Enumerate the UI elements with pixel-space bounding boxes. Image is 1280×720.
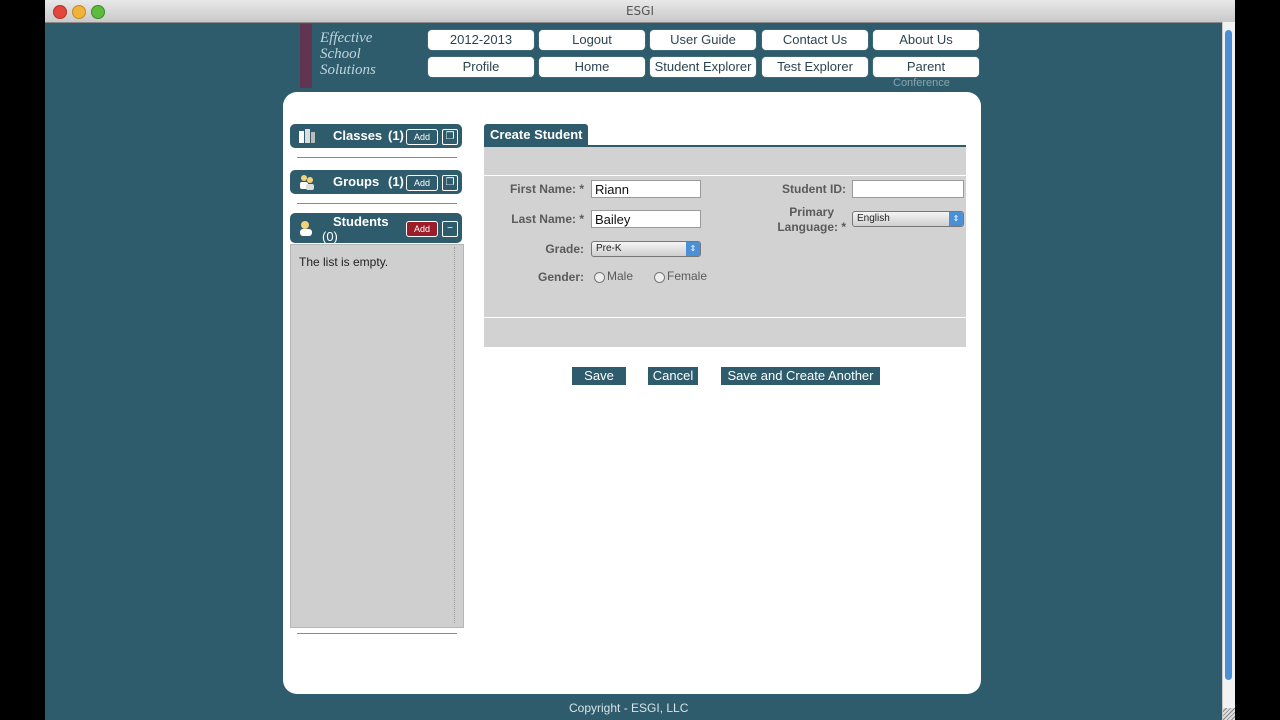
students-label: Students xyxy=(333,214,389,229)
student-id-label: Student ID: xyxy=(782,182,846,196)
grade-select[interactable]: Pre-K ⇕ xyxy=(591,241,701,257)
books-icon xyxy=(299,129,315,143)
save-button[interactable]: Save xyxy=(572,367,626,385)
classes-count: (1) xyxy=(388,128,404,143)
primary-language-label-line2: Language: * xyxy=(777,220,846,234)
expand-groups-icon[interactable]: ❐ xyxy=(442,175,458,191)
first-name-label: First Name: * xyxy=(509,182,584,196)
window-title: ESGI xyxy=(625,4,655,18)
gender-female-radio[interactable] xyxy=(654,272,665,283)
nav-contact-us[interactable]: Contact Us xyxy=(762,30,868,50)
separator xyxy=(297,157,457,158)
nav-test-explorer[interactable]: Test Explorer xyxy=(762,57,868,77)
students-count: (0) xyxy=(322,229,338,244)
language-selected-value: English xyxy=(857,213,890,224)
first-name-input[interactable]: Riann xyxy=(591,180,701,198)
copyright-footer: Copyright - ESGI, LLC xyxy=(569,701,689,715)
last-name-input[interactable]: Bailey xyxy=(591,210,701,228)
chevron-updown-icon: ⇕ xyxy=(949,212,963,226)
nav-school-year[interactable]: 2012-2013 xyxy=(428,30,534,50)
title-bar: ESGI xyxy=(45,0,1235,23)
nav-about-us[interactable]: About Us xyxy=(873,30,979,50)
people-icon xyxy=(300,175,314,190)
grade-selected-value: Pre-K xyxy=(596,243,622,254)
logo-bar xyxy=(300,24,312,88)
primary-language-select[interactable]: English ⇕ xyxy=(852,211,964,227)
nav-student-explorer[interactable]: Student Explorer xyxy=(650,57,756,77)
empty-list-message: The list is empty. xyxy=(299,255,389,269)
form-stripe xyxy=(484,175,966,176)
gender-label: Gender: xyxy=(537,270,584,284)
sidebar-students-header[interactable]: Students (0) Add − xyxy=(290,213,462,244)
app-window: ESGI Effective School Solutions 2012-201… xyxy=(45,0,1235,720)
classes-label: Classes xyxy=(333,128,383,143)
form-stripe xyxy=(484,317,966,318)
gender-male-label: Male xyxy=(607,269,634,283)
sidebar-groups-header[interactable]: Groups (1) Add ❐ xyxy=(290,170,462,194)
groups-count: (1) xyxy=(388,174,404,189)
nav-parent-conference[interactable]: Parent xyxy=(873,57,979,77)
scrollbar-thumb[interactable] xyxy=(1225,30,1232,680)
groups-label: Groups xyxy=(333,174,380,189)
resize-grip-icon[interactable] xyxy=(1223,708,1235,720)
last-name-label: Last Name: * xyxy=(511,212,584,226)
student-icon xyxy=(300,221,312,236)
nav-user-guide[interactable]: User Guide xyxy=(650,30,756,50)
separator xyxy=(297,633,457,634)
list-scrollbar[interactable] xyxy=(454,247,461,623)
close-window-button[interactable] xyxy=(53,5,67,19)
logo-text: Effective School Solutions xyxy=(320,30,376,78)
add-student-button[interactable]: Add xyxy=(406,221,438,237)
nav-parent-subtitle: Conference xyxy=(893,77,950,89)
zoom-window-button[interactable] xyxy=(91,5,105,19)
nav-profile[interactable]: Profile xyxy=(428,57,534,77)
cancel-button[interactable]: Cancel xyxy=(648,367,698,385)
add-group-button[interactable]: Add xyxy=(406,175,438,191)
gender-female-label: Female xyxy=(667,269,708,283)
esgi-logo: Effective School Solutions xyxy=(300,24,410,88)
student-id-input[interactable] xyxy=(852,180,964,198)
window-scrollbar[interactable] xyxy=(1222,22,1235,720)
expand-classes-icon[interactable]: ❐ xyxy=(442,129,458,145)
create-student-title: Create Student xyxy=(484,124,589,146)
sidebar-classes-header[interactable]: Classes (1) Add ❐ xyxy=(290,124,462,148)
gender-male-radio[interactable] xyxy=(594,272,605,283)
chevron-updown-icon: ⇕ xyxy=(686,242,700,256)
add-class-button[interactable]: Add xyxy=(406,129,438,145)
nav-logout[interactable]: Logout xyxy=(539,30,645,50)
save-and-create-another-button[interactable]: Save and Create Another xyxy=(721,367,880,385)
separator xyxy=(297,203,457,204)
main-panel: Classes (1) Add ❐ Groups (1) Add ❐ Stude… xyxy=(283,92,981,694)
collapse-students-icon[interactable]: − xyxy=(442,221,458,237)
primary-language-label-line1: Primary xyxy=(789,205,834,219)
students-list[interactable]: The list is empty. xyxy=(290,244,464,628)
create-student-form: First Name: * Riann Last Name: * Bailey … xyxy=(484,147,966,347)
minimize-window-button[interactable] xyxy=(72,5,86,19)
nav-home[interactable]: Home xyxy=(539,57,645,77)
grade-label: Grade: xyxy=(545,242,584,256)
